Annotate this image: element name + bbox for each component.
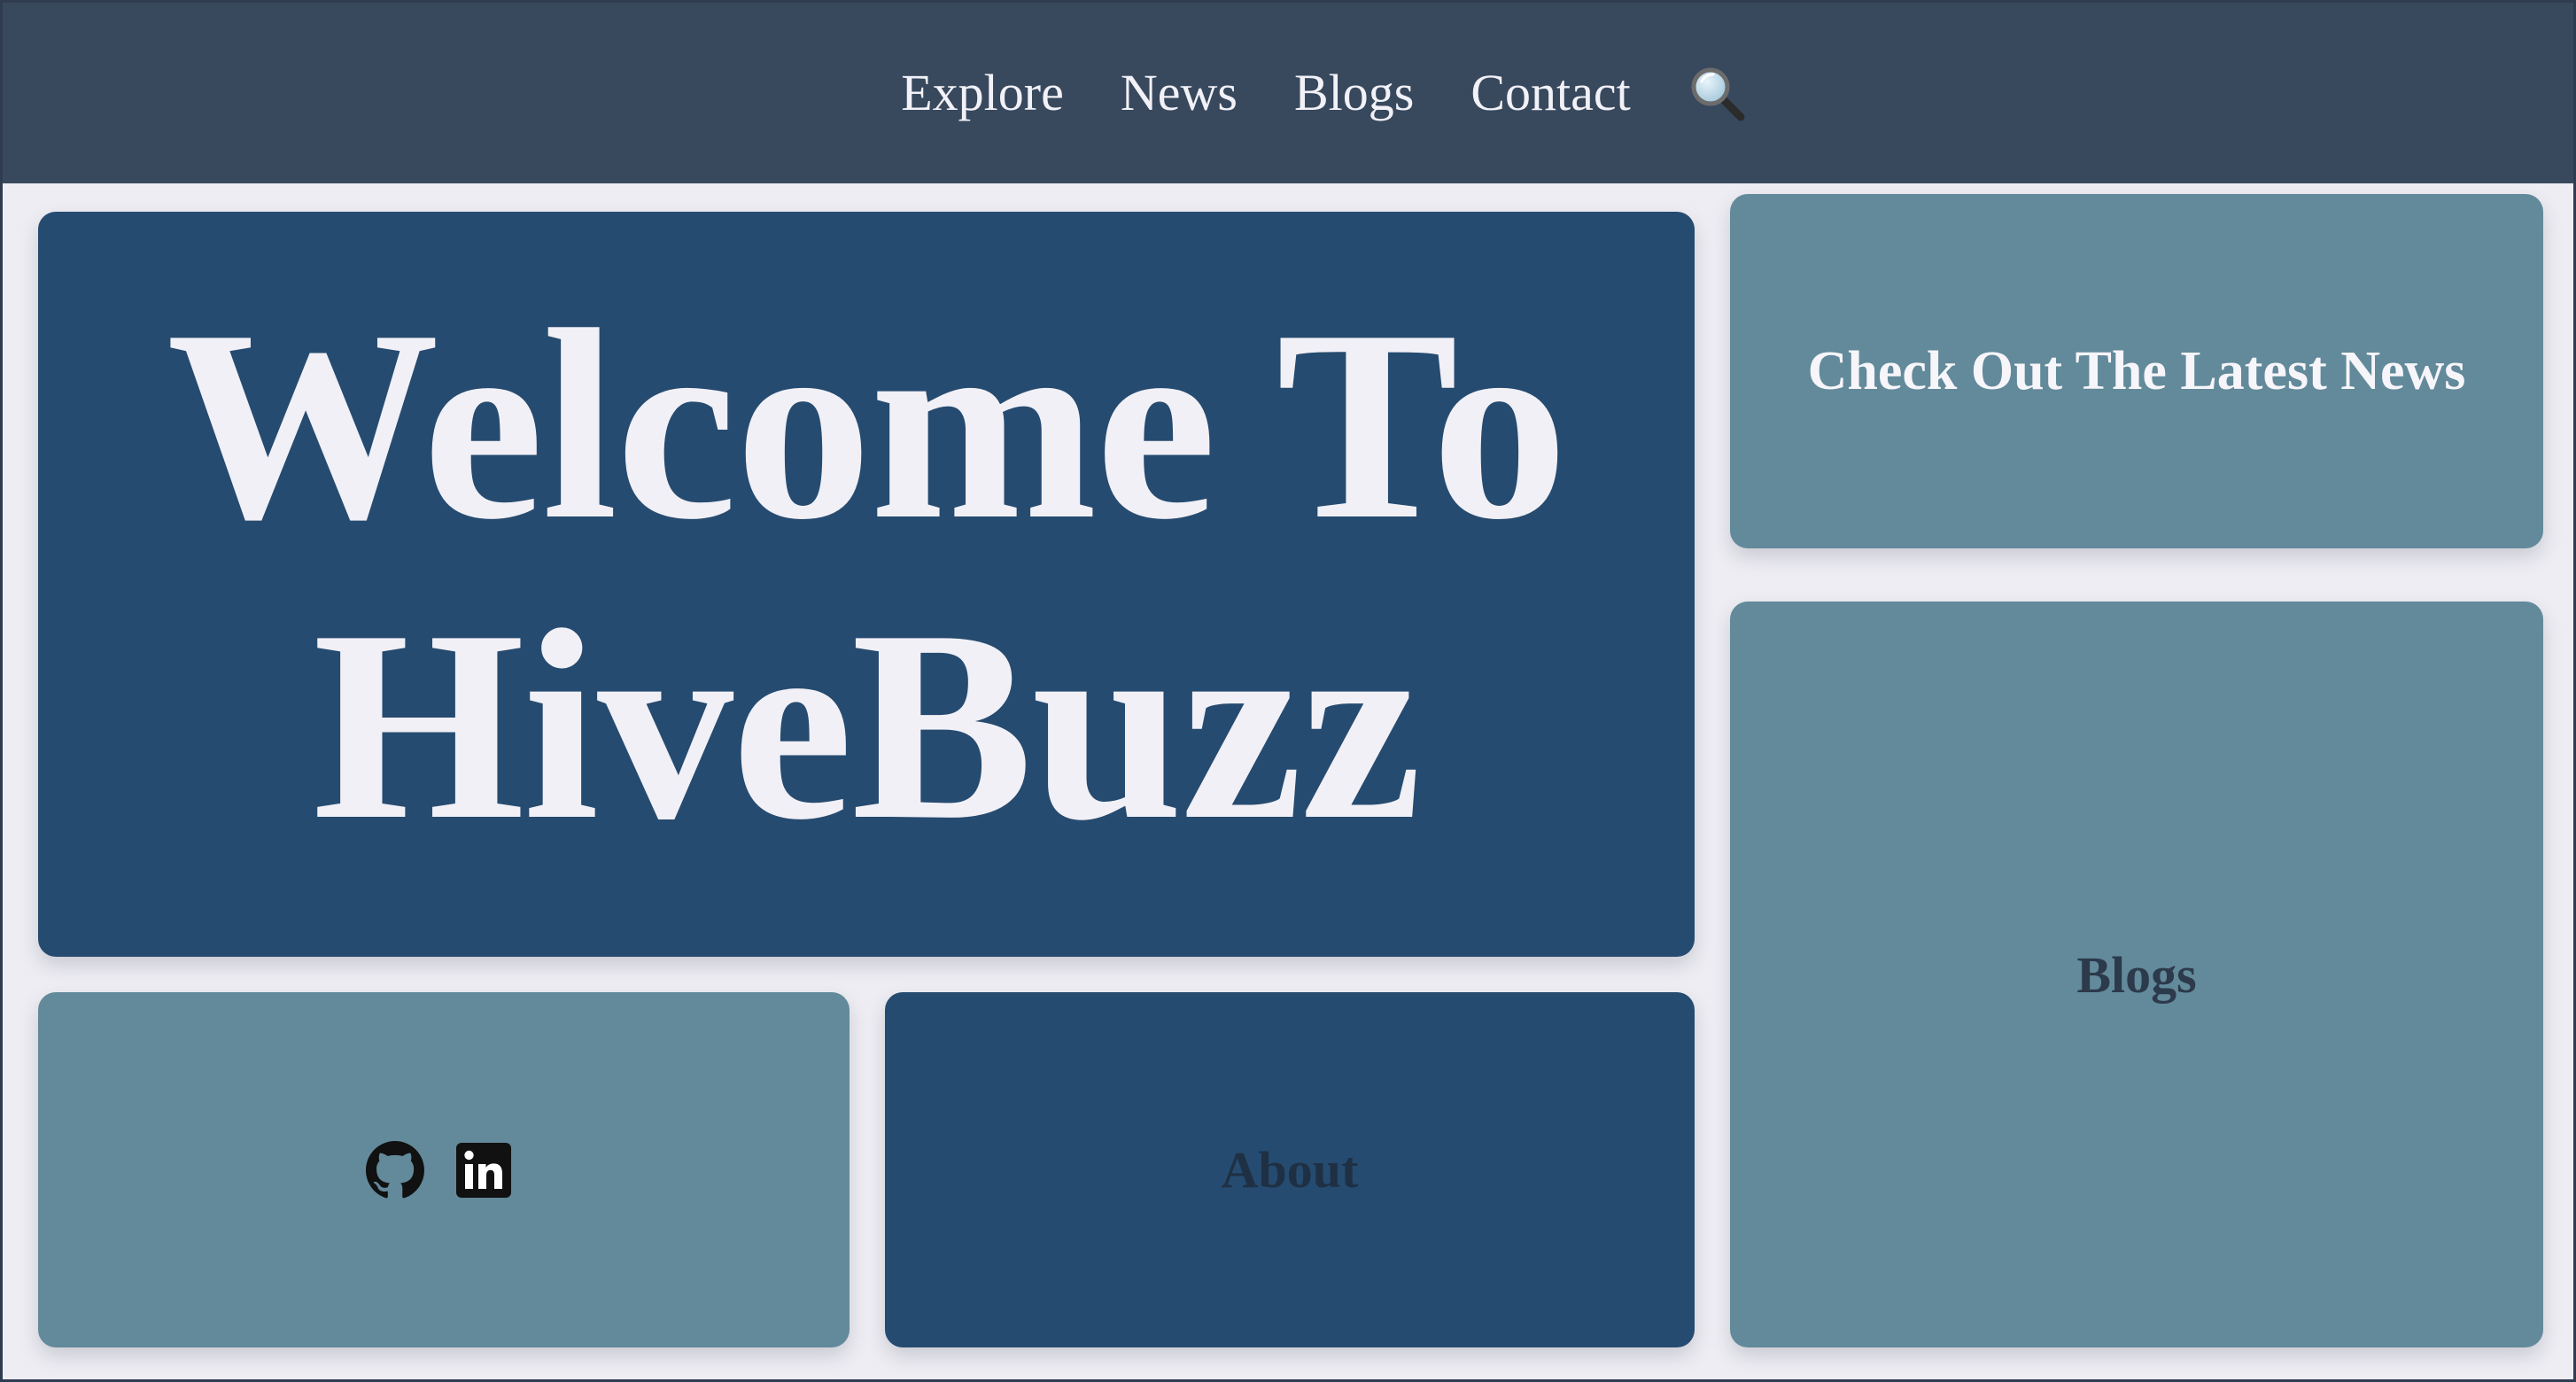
news-tile-title: Check Out The Latest News [1807, 340, 2466, 401]
nav-link-contact[interactable]: Contact [1470, 67, 1630, 119]
blogs-tile[interactable]: Blogs [1730, 602, 2543, 1347]
social-tile [38, 992, 850, 1347]
search-icon[interactable] [1688, 64, 1746, 122]
hero-title-line2: HiveBuzz [312, 573, 1422, 876]
hero-tile: Welcome To HiveBuzz [38, 212, 1695, 957]
github-icon[interactable] [366, 1140, 424, 1200]
hero-title-line1: Welcome To [167, 273, 1568, 576]
nav-links: Explore News Blogs Contact [901, 64, 1745, 122]
linkedin-icon[interactable] [454, 1141, 513, 1200]
social-icons [366, 1140, 513, 1200]
about-tile[interactable]: About [885, 992, 1695, 1347]
news-tile[interactable]: Check Out The Latest News [1730, 194, 2543, 548]
top-navbar: Explore News Blogs Contact [3, 3, 2573, 183]
nav-link-explore[interactable]: Explore [901, 67, 1064, 119]
nav-link-news[interactable]: News [1121, 67, 1238, 119]
nav-link-blogs[interactable]: Blogs [1294, 67, 1414, 119]
hero-title: Welcome To HiveBuzz [113, 273, 1619, 894]
blogs-tile-title: Blogs [2076, 945, 2197, 1004]
about-tile-title: About [1221, 1141, 1359, 1199]
